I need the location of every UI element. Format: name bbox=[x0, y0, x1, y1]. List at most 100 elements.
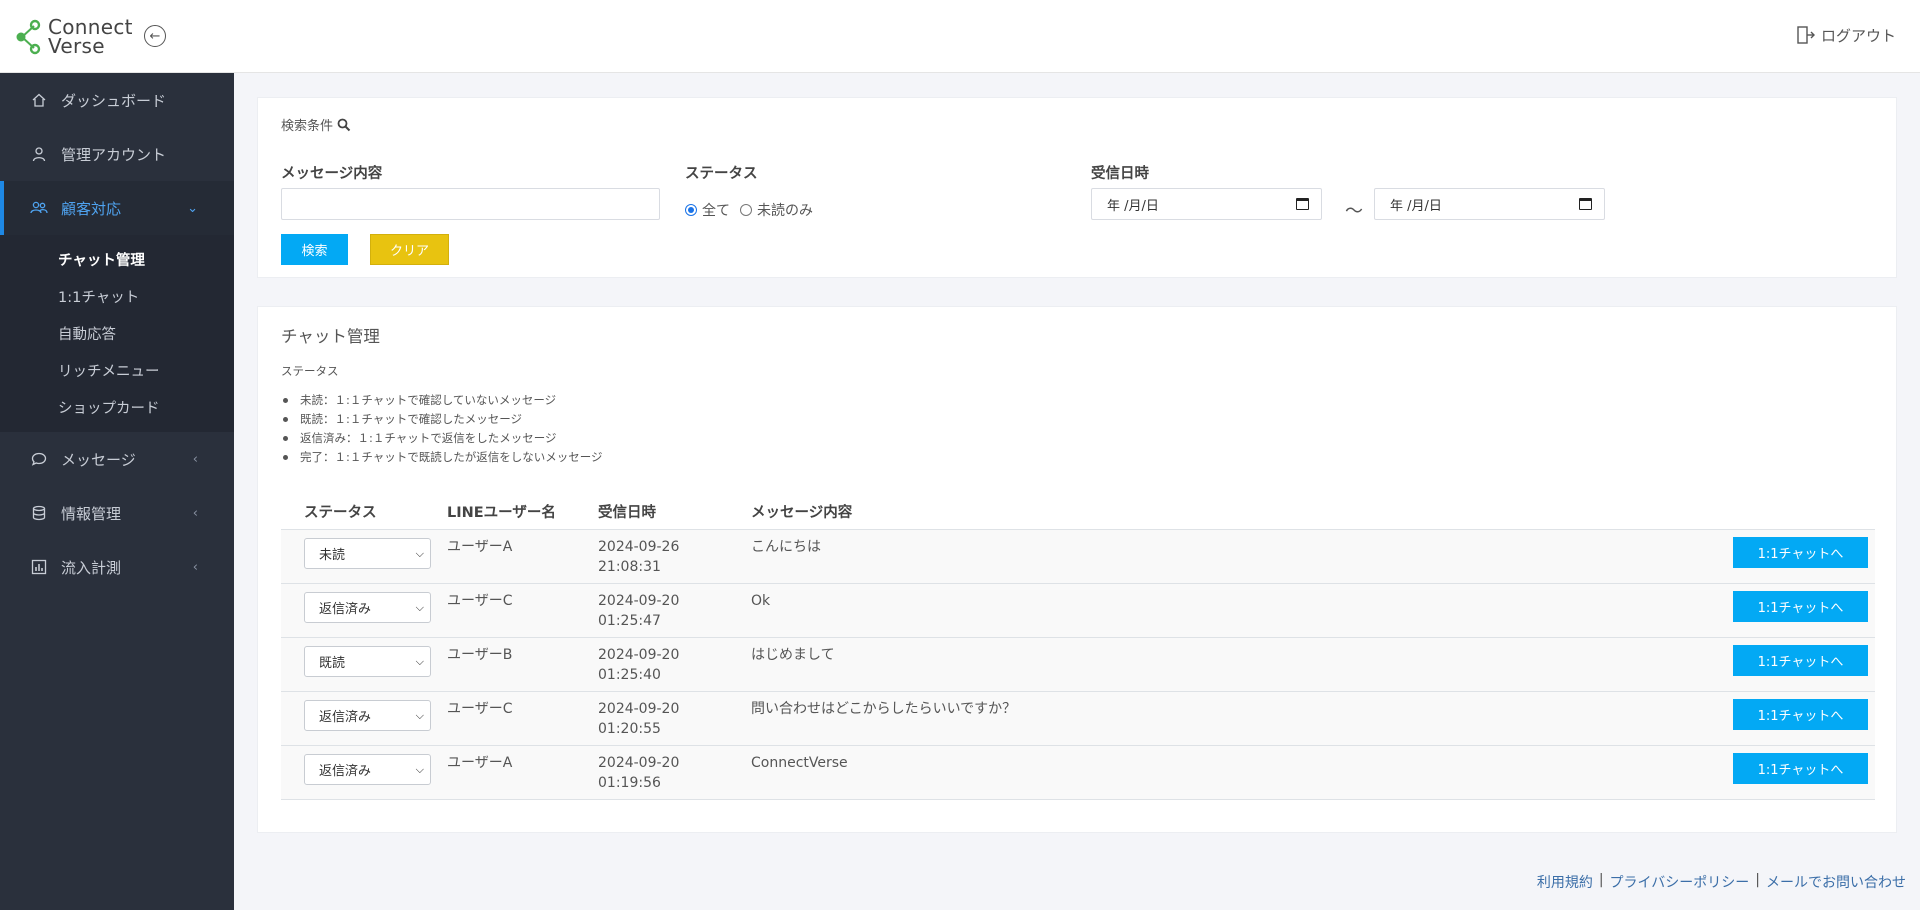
chat-bubble-icon bbox=[30, 450, 48, 468]
legend-item: 未読：１:１チャットで確認していないメッセージ bbox=[281, 391, 603, 410]
open-chat-button[interactable]: 1:1チャットへ bbox=[1733, 537, 1868, 568]
sidebar-item-traffic-measurement[interactable]: 流入計測 ‹ bbox=[0, 540, 234, 594]
sidebar-item-admin-account[interactable]: 管理アカウント bbox=[0, 127, 234, 181]
sidebar-item-info-management[interactable]: 情報管理 ‹ bbox=[0, 486, 234, 540]
sidebar-item-label: メッセージ bbox=[61, 450, 136, 469]
chat-table: ステータス LINEユーザー名 受信日時 メッセージ内容 未読 ⌵ ユーザーA 2… bbox=[281, 489, 1875, 800]
sidebar-subitem-chat-management[interactable]: チャット管理 bbox=[0, 241, 234, 278]
radio-all-label: 全て bbox=[702, 203, 730, 219]
app-logo[interactable]: Connect Verse bbox=[14, 17, 133, 58]
status-select-value: 返信済み bbox=[319, 602, 372, 617]
logout-button[interactable]: ログアウト bbox=[1795, 24, 1896, 46]
logo-line2: Verse bbox=[48, 34, 105, 58]
search-button[interactable]: 検索 bbox=[281, 234, 348, 265]
table-row: 返信済み ⌵ ユーザーA 2024-09-20 01:19:56 ConnectVe… bbox=[281, 746, 1875, 800]
home-icon bbox=[30, 91, 48, 109]
status-select[interactable]: 返信済み ⌵ bbox=[304, 754, 431, 785]
cell-date-day: 2024-09-20 bbox=[598, 701, 680, 717]
chevron-left-icon: ‹ bbox=[192, 505, 198, 521]
search-conditions-card: 検索条件 メッセージ内容 ステータス 全て 未読のみ 受信日時 年 /月/日 ～… bbox=[257, 97, 1897, 278]
sidebar-submenu: チャット管理 1:1チャット 自動応答 リッチメニュー ショップカード bbox=[0, 235, 234, 432]
status-select-value: 返信済み bbox=[319, 710, 372, 725]
sidebar-item-label: 管理アカウント bbox=[61, 145, 167, 164]
logout-label: ログアウト bbox=[1820, 26, 1896, 45]
status-select-value: 未読 bbox=[319, 548, 346, 563]
table-header: ステータス LINEユーザー名 受信日時 メッセージ内容 bbox=[281, 489, 1875, 530]
cell-date: 2024-09-20 01:20:55 bbox=[598, 699, 679, 739]
search-conditions-title: 検索条件 bbox=[281, 115, 351, 134]
open-chat-button[interactable]: 1:1チャットへ bbox=[1733, 753, 1868, 784]
message-content-label: メッセージ内容 bbox=[281, 166, 383, 182]
collapse-sidebar-icon[interactable]: ← bbox=[144, 25, 166, 47]
column-header-received-date: 受信日時 bbox=[598, 505, 656, 521]
chevron-down-icon: ⌄ bbox=[187, 200, 198, 216]
radio-all[interactable] bbox=[685, 204, 697, 216]
cell-message: Ok bbox=[751, 593, 771, 609]
chevron-left-icon: ‹ bbox=[192, 559, 198, 575]
status-select[interactable]: 既読 ⌵ bbox=[304, 646, 431, 677]
cell-message: ConnectVerse bbox=[751, 755, 848, 771]
search-icon bbox=[337, 118, 351, 131]
table-row: 既読 ⌵ ユーザーB 2024-09-20 01:25:40 はじめまして 1:1チ… bbox=[281, 638, 1875, 692]
date-range-separator: ～ bbox=[1345, 201, 1363, 222]
legend-item: 返信済み：１:１チャットで返信をしたメッセージ bbox=[281, 429, 603, 448]
legend-item: 完了：１:１チャットで既読したが返信をしないメッセージ bbox=[281, 448, 603, 467]
date-from-input[interactable]: 年 /月/日 bbox=[1091, 188, 1322, 220]
top-header: Connect Verse ← ログアウト bbox=[0, 0, 1920, 73]
cell-user: ユーザーA bbox=[447, 539, 513, 555]
chevron-down-icon: ⌵ bbox=[415, 601, 424, 614]
footer-separator: | bbox=[1755, 872, 1760, 888]
clear-button[interactable]: クリア bbox=[370, 234, 449, 265]
date-to-input[interactable]: 年 /月/日 bbox=[1374, 188, 1605, 220]
cell-user: ユーザーC bbox=[447, 593, 513, 609]
status-select[interactable]: 返信済み ⌵ bbox=[304, 700, 431, 731]
column-header-status: ステータス bbox=[304, 505, 377, 521]
cell-message: はじめまして bbox=[751, 647, 835, 663]
column-header-line-user: LINEユーザー名 bbox=[447, 505, 556, 521]
logout-icon bbox=[1797, 26, 1815, 44]
logo-text: Connect Verse bbox=[48, 17, 133, 58]
terms-link[interactable]: 利用規約 bbox=[1537, 872, 1593, 892]
radio-unread-only[interactable] bbox=[740, 204, 752, 216]
open-chat-button[interactable]: 1:1チャットへ bbox=[1733, 699, 1868, 730]
status-select-value: 返信済み bbox=[319, 764, 372, 779]
sidebar-item-label: 顧客対応 bbox=[61, 199, 122, 218]
chat-management-card: チャット管理 ステータス 未読：１:１チャットで確認していないメッセージ 既読：… bbox=[257, 306, 1897, 833]
open-chat-button[interactable]: 1:1チャットへ bbox=[1733, 645, 1868, 676]
message-content-input[interactable] bbox=[281, 188, 660, 220]
date-to-value: 年 /月/日 bbox=[1390, 198, 1442, 214]
sidebar-subitem-rich-menu[interactable]: リッチメニュー bbox=[0, 352, 234, 389]
status-legend-list: 未読：１:１チャットで確認していないメッセージ 既読：１:１チャットで確認したメ… bbox=[281, 391, 603, 467]
status-select[interactable]: 未読 ⌵ bbox=[304, 538, 431, 569]
sidebar-item-message[interactable]: メッセージ ‹ bbox=[0, 432, 234, 486]
chevron-down-icon: ⌵ bbox=[415, 655, 424, 668]
sidebar-subitem-shop-card[interactable]: ショップカード bbox=[0, 389, 234, 426]
status-select[interactable]: 返信済み ⌵ bbox=[304, 592, 431, 623]
sidebar-item-label: 情報管理 bbox=[61, 504, 122, 523]
status-radio-group: 全て 未読のみ bbox=[685, 200, 813, 220]
sidebar: ダッシュボード 管理アカウント 顧客対応 ⌄ チャット管理 1:1チャット 自動… bbox=[0, 73, 234, 910]
calendar-icon[interactable] bbox=[1579, 198, 1592, 210]
sidebar-subitem-auto-reply[interactable]: 自動応答 bbox=[0, 315, 234, 352]
calendar-icon[interactable] bbox=[1296, 198, 1309, 210]
status-select-value: 既読 bbox=[319, 656, 346, 671]
cell-date-time: 01:19:56 bbox=[598, 775, 661, 791]
cell-user: ユーザーB bbox=[447, 647, 513, 663]
database-icon bbox=[30, 504, 48, 522]
sidebar-item-label: 流入計測 bbox=[61, 558, 122, 577]
chevron-down-icon: ⌵ bbox=[415, 547, 424, 560]
sidebar-item-customer-support[interactable]: 顧客対応 ⌄ bbox=[0, 181, 234, 235]
logo-nodes-icon bbox=[16, 19, 41, 55]
open-chat-button[interactable]: 1:1チャットへ bbox=[1733, 591, 1868, 622]
table-row: 返信済み ⌵ ユーザーC 2024-09-20 01:25:47 Ok 1:1チャッ… bbox=[281, 584, 1875, 638]
privacy-policy-link[interactable]: プライバシーポリシー bbox=[1610, 872, 1750, 892]
sidebar-item-dashboard[interactable]: ダッシュボード bbox=[0, 73, 234, 127]
cell-date-day: 2024-09-20 bbox=[598, 755, 680, 771]
bar-chart-icon bbox=[30, 558, 48, 576]
email-contact-link[interactable]: メールでお問い合わせ bbox=[1766, 872, 1906, 892]
sidebar-subitem-one-on-one-chat[interactable]: 1:1チャット bbox=[0, 278, 234, 315]
users-icon bbox=[30, 199, 48, 217]
cell-date: 2024-09-20 01:19:56 bbox=[598, 753, 679, 793]
cell-date: 2024-09-26 21:08:31 bbox=[598, 537, 679, 577]
column-header-message: メッセージ内容 bbox=[751, 505, 853, 521]
